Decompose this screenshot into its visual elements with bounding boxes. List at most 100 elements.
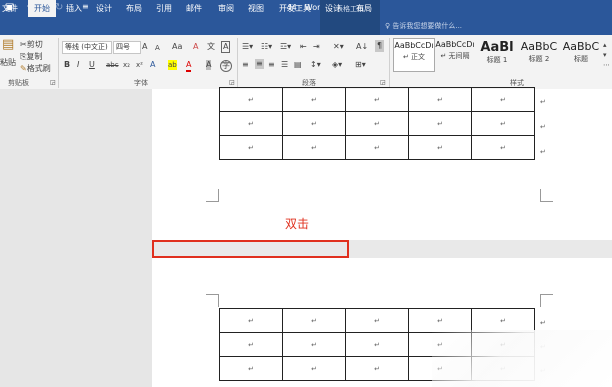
numbering-icon[interactable]: ☷▾	[261, 42, 272, 52]
scissors-icon: ✂	[20, 40, 27, 49]
table-cell[interactable]: ↵	[408, 308, 472, 333]
subscript-button[interactable]: x₂	[123, 60, 130, 70]
style-normal[interactable]: AaBbCcDı ↵ 正文	[393, 38, 435, 72]
superscript-button[interactable]: x²	[136, 60, 143, 70]
table-cell[interactable]: ↵	[408, 111, 472, 136]
cut-button[interactable]: ✂剪切	[20, 40, 43, 50]
tab-design[interactable]: 设计	[92, 0, 116, 17]
style-heading-1[interactable]: AaBl 标题 1	[477, 38, 517, 70]
format-painter-button[interactable]: ✎格式刷	[20, 64, 51, 74]
table-cell[interactable]: ↵	[471, 135, 535, 160]
row-end-mark: ↵	[540, 148, 546, 156]
table-cell[interactable]: ↵	[345, 111, 409, 136]
table-page-1[interactable]: ↵ ↵ ↵ ↵ ↵ ↵ ↵ ↵ ↵ ↵ ↵ ↵ ↵ ↵ ↵	[219, 87, 535, 160]
chinese-layout-icon[interactable]: ✕▾	[333, 42, 344, 52]
font-size-dropdown[interactable]: 四号	[113, 41, 141, 54]
margin-corner-mark	[206, 294, 219, 307]
tab-review[interactable]: 审阅	[214, 0, 238, 17]
table-cell[interactable]: ↵	[345, 308, 409, 333]
underline-button[interactable]: U	[89, 60, 95, 70]
table-cell[interactable]: ↵	[471, 87, 535, 112]
distributed-icon[interactable]: ▤	[294, 60, 302, 70]
margin-corner-mark	[540, 294, 553, 307]
table-cell[interactable]: ↵	[408, 87, 472, 112]
page-1[interactable]: ↵ ↵ ↵ ↵ ↵ ↵ ↵ ↵ ↵ ↵ ↵ ↵ ↵ ↵ ↵ ↵ ↵ ↵	[152, 87, 612, 240]
change-case-button[interactable]: Aa	[172, 42, 182, 52]
table-row: ↵↵↵↵↵	[219, 87, 535, 112]
borders-icon[interactable]: ⊞▾	[355, 60, 366, 70]
line-spacing-icon[interactable]: ↕▾	[310, 60, 321, 70]
copy-button[interactable]: ⎘复制	[20, 52, 42, 62]
table-cell[interactable]: ↵	[219, 135, 283, 160]
clear-format-button[interactable]: A	[193, 42, 198, 52]
table-cell[interactable]: ↵	[219, 332, 283, 357]
font-size-value: 四号	[116, 43, 130, 51]
show-marks-button[interactable]: ¶	[375, 40, 385, 52]
table-cell[interactable]: ↵	[408, 135, 472, 160]
table-cell[interactable]: ↵	[471, 308, 535, 333]
table-cell[interactable]: ↵	[282, 111, 346, 136]
highlight-button[interactable]: ab	[168, 60, 177, 70]
tab-insert[interactable]: 插入	[62, 0, 86, 17]
watermark-blur	[432, 330, 612, 387]
shading-icon[interactable]: ◈▾	[332, 60, 342, 70]
table-cell[interactable]: ↵	[345, 87, 409, 112]
tab-view[interactable]: 视图	[244, 0, 268, 17]
tab-file[interactable]: 文件	[0, 0, 20, 17]
align-right-icon[interactable]: ≡	[268, 60, 275, 70]
row-end-mark: ↵	[540, 98, 546, 106]
paste-button[interactable]: 粘贴	[0, 58, 16, 68]
table-cell[interactable]: ↵	[345, 356, 409, 381]
table-cell[interactable]: ↵	[282, 308, 346, 333]
table-cell[interactable]: ↵	[345, 332, 409, 357]
tab-home[interactable]: 开始	[28, 0, 56, 17]
table-cell[interactable]: ↵	[219, 87, 283, 112]
italic-button[interactable]: I	[77, 60, 79, 70]
increase-indent-icon[interactable]: ⇥	[313, 42, 320, 52]
grow-font-button[interactable]: A	[142, 42, 147, 52]
tab-developer[interactable]: 开发工具	[276, 0, 314, 17]
sort-button[interactable]: A↓	[356, 42, 368, 52]
clipboard-dialog-launcher-icon[interactable]: ◲	[50, 78, 56, 88]
enclose-characters-button[interactable]: 字	[220, 60, 232, 72]
tell-me-box[interactable]: ♀ 告诉我您想要做什么...	[385, 18, 462, 35]
style-sample: AaBbCcDı	[435, 40, 475, 49]
style-sample: AaBl	[480, 40, 514, 55]
text-effects-button[interactable]: A	[150, 60, 155, 70]
table-cell[interactable]: ↵	[282, 356, 346, 381]
justify-icon[interactable]: ☰	[281, 60, 288, 70]
table-cell[interactable]: ↵	[345, 135, 409, 160]
styles-scroll-icon[interactable]: ▴ ▾ ⋯	[603, 40, 610, 70]
bold-button[interactable]: B	[64, 60, 70, 70]
tab-table-design[interactable]: 设计	[320, 0, 346, 17]
font-color-button[interactable]: A	[186, 60, 192, 72]
table-cell[interactable]: ↵	[219, 111, 283, 136]
shrink-font-button[interactable]: A	[155, 43, 160, 53]
font-name-dropdown[interactable]: 等线 (中文正)	[62, 41, 112, 54]
context-tab-background	[320, 18, 380, 35]
decrease-indent-icon[interactable]: ⇤	[300, 42, 307, 52]
table-cell[interactable]: ↵	[282, 135, 346, 160]
table-cell[interactable]: ↵	[471, 111, 535, 136]
character-shading-button[interactable]: A	[206, 60, 212, 70]
clipboard-group-label: 剪贴板	[8, 79, 29, 87]
multilevel-list-icon[interactable]: ☲▾	[280, 42, 291, 52]
style-heading-2[interactable]: AaBbC 标题 2	[519, 38, 559, 70]
align-left-icon[interactable]: ≡	[242, 60, 249, 70]
paste-icon[interactable]: ▤	[2, 38, 14, 51]
tab-table-layout[interactable]: 布局	[352, 0, 376, 17]
phonetic-guide-button[interactable]: 文	[207, 42, 215, 52]
tab-mailings[interactable]: 邮件	[182, 0, 206, 17]
character-border-button[interactable]: A	[221, 41, 231, 53]
table-cell[interactable]: ↵	[282, 332, 346, 357]
table-cell[interactable]: ↵	[219, 356, 283, 381]
align-center-icon[interactable]: ≡	[255, 59, 264, 69]
bullets-icon[interactable]: ☰▾	[242, 42, 253, 52]
strikethrough-button[interactable]: abc	[106, 60, 119, 70]
style-title[interactable]: AaBbC 标题	[561, 38, 601, 70]
table-cell[interactable]: ↵	[219, 308, 283, 333]
tab-layout[interactable]: 布局	[122, 0, 146, 17]
tab-references[interactable]: 引用	[152, 0, 176, 17]
style-no-spacing[interactable]: AaBbCcDı ↵ 无间隔	[435, 38, 475, 70]
table-cell[interactable]: ↵	[282, 87, 346, 112]
